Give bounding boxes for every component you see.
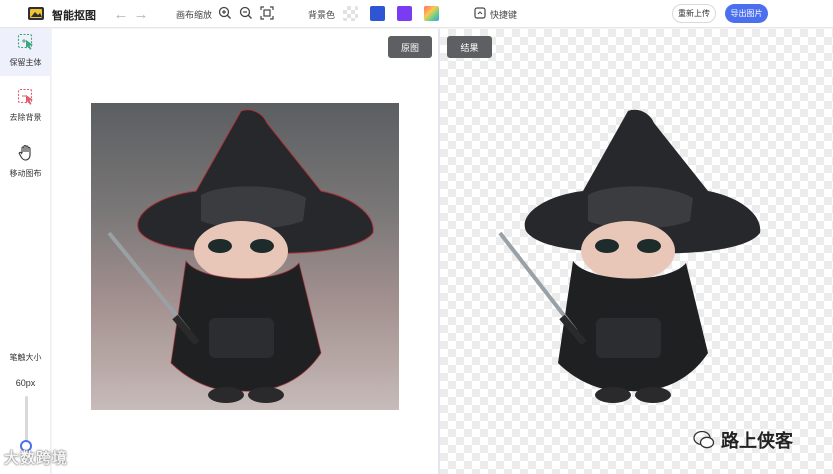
gradient-swatch[interactable] bbox=[424, 6, 439, 21]
undo-arrow-icon[interactable]: ← bbox=[112, 5, 130, 23]
shortcut-label[interactable]: 快捷键 bbox=[490, 8, 517, 21]
reupload-button[interactable]: 重新上传 bbox=[672, 4, 716, 23]
original-image bbox=[91, 103, 399, 410]
brush-size-value: 60px bbox=[15, 378, 36, 388]
export-button[interactable]: 导出图片 bbox=[725, 4, 768, 23]
keyboard-icon[interactable] bbox=[472, 5, 488, 21]
redo-arrow-icon[interactable]: → bbox=[132, 5, 150, 23]
remove-bg-icon bbox=[16, 87, 36, 107]
bg-color-label: 背景色 bbox=[308, 10, 336, 20]
watermark-right: 路上侠客 bbox=[693, 427, 793, 453]
zoom-in-icon[interactable] bbox=[217, 5, 233, 21]
wechat-icon bbox=[693, 430, 715, 449]
top-toolbar: 智能抠图 ← → 画布缩放 背景色 快捷键 重新上传 导出图片 bbox=[0, 0, 833, 28]
tool-keep-subject[interactable]: 保留主体 bbox=[0, 28, 51, 76]
tool-remove-bg[interactable]: 去除背景 bbox=[0, 83, 51, 131]
brush-size-label: 笔触大小 bbox=[9, 353, 42, 362]
tool-label: 移动图布 bbox=[9, 169, 42, 178]
tool-label: 去除背景 bbox=[9, 113, 42, 122]
ninja-figure-original bbox=[107, 109, 374, 403]
left-sidebar: 保留主体 去除背景 移动图布 笔触大小 60px bbox=[0, 28, 51, 474]
watermark-right-text: 路上侠客 bbox=[721, 431, 793, 451]
hand-move-icon bbox=[16, 143, 36, 163]
blue-swatch[interactable] bbox=[370, 6, 385, 21]
watermark-left: 大数跨境 bbox=[4, 447, 68, 468]
keep-subject-icon bbox=[16, 32, 36, 52]
result-tab-button[interactable]: 结果 bbox=[447, 36, 492, 58]
app-logo-icon bbox=[27, 5, 45, 22]
watermark-left-text: 大数跨境 bbox=[4, 450, 69, 467]
canvas-zoom-label: 画布缩放 bbox=[176, 10, 213, 20]
purple-swatch[interactable] bbox=[397, 6, 412, 21]
app-title: 智能抠图 bbox=[52, 10, 96, 22]
fit-screen-icon[interactable] bbox=[259, 5, 275, 21]
transparent-swatch[interactable] bbox=[343, 6, 358, 21]
tool-move-canvas[interactable]: 移动图布 bbox=[0, 139, 51, 187]
ninja-figure-result bbox=[498, 109, 761, 403]
tool-label: 保留主体 bbox=[9, 58, 42, 67]
original-tab-button[interactable]: 原图 bbox=[388, 36, 432, 58]
zoom-out-icon[interactable] bbox=[238, 5, 254, 21]
